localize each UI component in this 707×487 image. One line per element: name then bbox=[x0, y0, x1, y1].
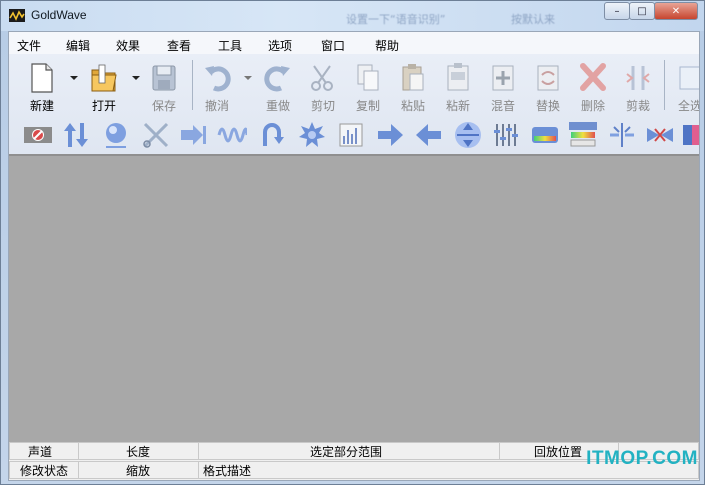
sphere-icon[interactable] bbox=[101, 120, 131, 150]
delete-button[interactable]: 删除 bbox=[571, 58, 615, 113]
paste-icon bbox=[402, 64, 424, 91]
undo-label: 撤消 bbox=[204, 99, 229, 113]
menu-effects[interactable]: 效果 bbox=[116, 37, 140, 54]
mix-icon bbox=[492, 65, 514, 91]
gear-burst-icon[interactable] bbox=[297, 120, 327, 150]
restore-button[interactable]: □ bbox=[629, 2, 655, 20]
client-area: 文件 编辑 效果 查看 工具 选项 窗口 帮助 新建 打开 保存 撤消 重做 剪… bbox=[8, 31, 700, 481]
save-label: 保存 bbox=[151, 99, 176, 113]
loop-back-icon[interactable] bbox=[257, 120, 287, 150]
equalizer-sliders-icon[interactable] bbox=[491, 120, 521, 150]
new-button[interactable]: 新建 bbox=[20, 58, 64, 113]
close-icon: ✕ bbox=[671, 5, 681, 17]
delete-x-icon bbox=[580, 63, 606, 91]
trim-icon bbox=[626, 66, 650, 90]
trim-label: 剪裁 bbox=[625, 99, 650, 113]
paste-button[interactable]: 粘贴 bbox=[391, 58, 435, 113]
background-text: 设置一下“语音识别” bbox=[346, 13, 446, 26]
select-all-label: 全选 bbox=[677, 99, 699, 113]
cut-x-icon[interactable] bbox=[141, 120, 171, 150]
save-button[interactable]: 保存 bbox=[142, 58, 186, 113]
open-label: 打开 bbox=[91, 99, 116, 113]
menu-bar: 文件 编辑 效果 查看 工具 选项 窗口 帮助 bbox=[9, 32, 699, 54]
status-cell-zoom: 缩放 bbox=[78, 461, 199, 479]
right-arrow-icon[interactable] bbox=[375, 120, 405, 150]
copy-button[interactable]: 复制 bbox=[346, 58, 390, 113]
status-cell-channel: 声道 bbox=[9, 442, 79, 460]
mix-button[interactable]: 混音 bbox=[481, 58, 525, 113]
undo-button[interactable]: 撤消 bbox=[195, 58, 239, 113]
bowtie-icon[interactable] bbox=[645, 120, 675, 150]
select-all-button[interactable]: 全选 bbox=[668, 58, 699, 113]
status-cell-length: 长度 bbox=[78, 442, 199, 460]
site-watermark: ITMOP.COM bbox=[586, 448, 698, 469]
new-dropdown-arrow[interactable] bbox=[70, 76, 78, 80]
goldwave-logo-icon bbox=[9, 9, 25, 22]
main-toolbar: 新建 打开 保存 撤消 重做 剪切 复制 粘贴 粘新 混音 替换 删除 剪裁 全… bbox=[9, 54, 699, 154]
status-zoom-label: 缩放 bbox=[126, 464, 151, 478]
open-dropdown-arrow[interactable] bbox=[132, 76, 140, 80]
status-cell-modified: 修改状态 bbox=[9, 461, 79, 479]
window-controls: – □ ✕ bbox=[604, 2, 698, 21]
minimize-icon: – bbox=[614, 5, 620, 17]
scissors-icon bbox=[311, 65, 333, 91]
window-title: GoldWave bbox=[31, 8, 87, 22]
paste-new-button[interactable]: 粘新 bbox=[436, 58, 480, 113]
effect-preset-icon[interactable] bbox=[568, 120, 598, 150]
status-cell-selection: 选定部分范围 bbox=[198, 442, 500, 460]
status-modified-label: 修改状态 bbox=[20, 464, 69, 478]
undo-dropdown-arrow[interactable] bbox=[244, 76, 252, 80]
open-folder-icon bbox=[91, 64, 117, 92]
menu-file[interactable]: 文件 bbox=[17, 37, 41, 54]
menu-options[interactable]: 选项 bbox=[268, 37, 292, 54]
cut-button[interactable]: 剪切 bbox=[301, 58, 345, 113]
menu-edit[interactable]: 编辑 bbox=[66, 37, 90, 54]
close-button[interactable]: ✕ bbox=[654, 2, 698, 20]
minimize-button[interactable]: – bbox=[604, 2, 630, 20]
waveform-workspace[interactable] bbox=[9, 154, 699, 442]
redo-button[interactable]: 重做 bbox=[256, 58, 300, 113]
copy-icon bbox=[357, 64, 379, 91]
splitter-icon[interactable] bbox=[607, 120, 637, 150]
select-all-icon bbox=[679, 66, 699, 90]
status-format-label: 格式描述 bbox=[203, 464, 252, 478]
goldwave-window: GoldWave 设置一下“语音识别” 按默认来 – □ ✕ 文件 编辑 效果 … bbox=[0, 0, 705, 485]
color-grid-icon[interactable] bbox=[681, 120, 699, 150]
paste-new-icon bbox=[447, 63, 469, 91]
status-selection-label: 选定部分范围 bbox=[310, 445, 383, 459]
arrow-join-icon[interactable] bbox=[179, 120, 209, 150]
save-disk-icon bbox=[152, 65, 176, 91]
menu-window[interactable]: 窗口 bbox=[321, 37, 345, 54]
new-label: 新建 bbox=[29, 99, 54, 113]
menu-help[interactable]: 帮助 bbox=[375, 37, 399, 54]
restore-icon: □ bbox=[637, 5, 647, 17]
open-button[interactable]: 打开 bbox=[82, 58, 126, 113]
status-length-label: 长度 bbox=[126, 445, 151, 459]
replace-icon bbox=[537, 65, 559, 91]
undo-icon bbox=[205, 66, 231, 92]
title-bar[interactable]: GoldWave 设置一下“语音识别” 按默认来 – □ ✕ bbox=[1, 1, 704, 31]
bar-graph-icon[interactable] bbox=[336, 120, 366, 150]
replace-button[interactable]: 替换 bbox=[526, 58, 570, 113]
background-text: 按默认来 bbox=[511, 13, 555, 26]
spectrum-bar-icon[interactable] bbox=[530, 120, 560, 150]
trim-button[interactable]: 剪裁 bbox=[616, 58, 660, 113]
status-playback-label: 回放位置 bbox=[534, 445, 583, 459]
left-arrow-icon[interactable] bbox=[414, 120, 444, 150]
stop-sign-icon[interactable] bbox=[23, 120, 53, 150]
redo-icon bbox=[264, 66, 290, 92]
up-down-arrows-icon[interactable] bbox=[61, 120, 91, 150]
new-file-icon bbox=[31, 63, 53, 93]
compress-icon[interactable] bbox=[453, 120, 483, 150]
status-channel-label: 声道 bbox=[28, 445, 53, 459]
menu-view[interactable]: 查看 bbox=[167, 37, 191, 54]
menu-tools[interactable]: 工具 bbox=[218, 37, 242, 54]
waveform-icon[interactable] bbox=[217, 120, 247, 150]
